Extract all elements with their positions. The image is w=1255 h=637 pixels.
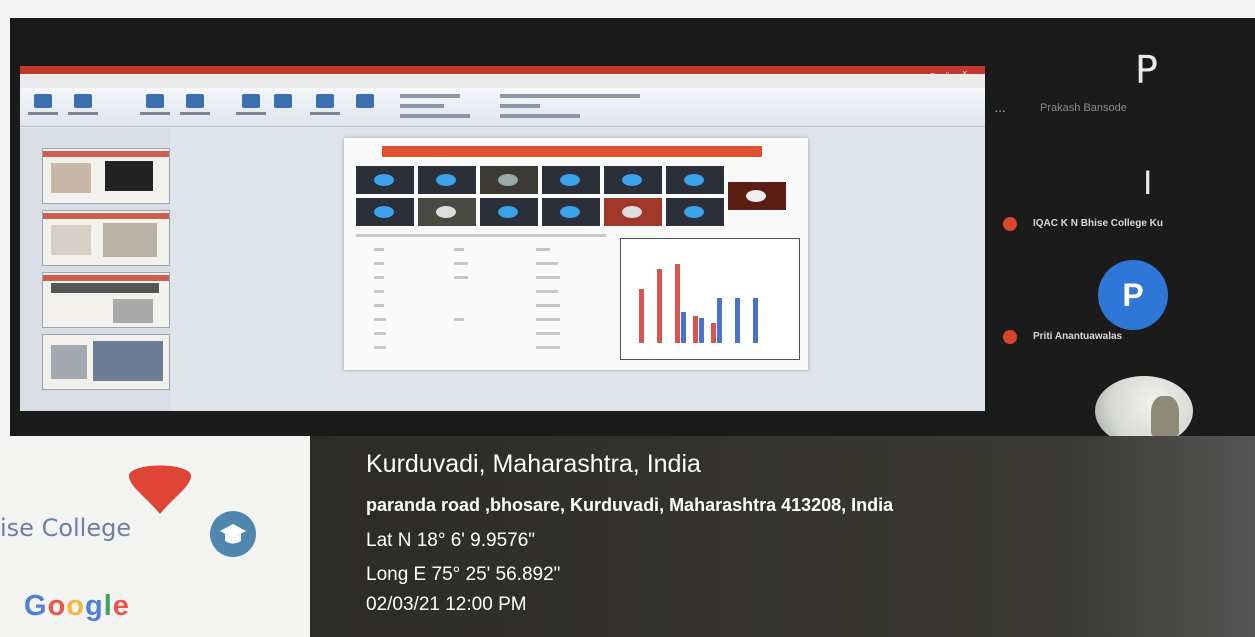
ribbon-option[interactable] (500, 114, 580, 118)
slide-thumbnail-pane[interactable] (20, 128, 170, 411)
ribbon-label (310, 112, 340, 115)
google-logo: Google (24, 590, 130, 622)
photo-image (604, 198, 662, 226)
photo-image (542, 198, 600, 226)
ribbon-tabs[interactable] (20, 74, 985, 88)
chart-bar (753, 298, 758, 343)
photo-image (356, 166, 414, 194)
ribbon-button-icon[interactable] (74, 94, 92, 108)
ribbon-option[interactable] (400, 104, 444, 108)
slide-title-bar (382, 146, 762, 157)
chart-bar (717, 298, 722, 343)
shared-screen: – ▫ × (20, 66, 985, 411)
ribbon-button-icon[interactable] (316, 94, 334, 108)
geotag-caption: Kurduvadi, Maharashtra, India paranda ro… (310, 436, 1255, 637)
address-text: paranda road ,bhosare, Kurduvadi, Mahara… (366, 495, 894, 515)
ribbon-label (236, 112, 266, 115)
participant-name: Prakash Bansode (1040, 102, 1127, 114)
more-options-icon[interactable]: ... (995, 104, 1006, 115)
chart-bar (699, 317, 704, 343)
chart-bar (711, 323, 716, 343)
chart-bar (735, 298, 740, 343)
chart-bar (681, 311, 686, 343)
title-bar: – ▫ × (20, 66, 985, 78)
longitude-text: Long E 75° 25' 56.892" (366, 564, 561, 585)
place-label: ise College (0, 514, 132, 542)
current-slide[interactable] (344, 138, 808, 370)
photo-image (666, 166, 724, 194)
participant-name: Priti Anantuawalas (1033, 331, 1123, 342)
photo-image (542, 166, 600, 194)
ribbon-label (140, 112, 170, 115)
chart-bar (639, 289, 644, 343)
muted-mic-icon (1003, 330, 1017, 344)
photo-image (666, 198, 724, 226)
school-icon (210, 511, 256, 557)
ribbon-option[interactable] (500, 94, 640, 98)
slide-thumbnail[interactable] (42, 148, 170, 204)
photo-image (728, 182, 786, 210)
chart-bar (693, 316, 698, 343)
participant-initial: I (1143, 164, 1153, 202)
ribbon-label (68, 112, 98, 115)
slide-thumbnail[interactable] (42, 210, 170, 266)
bar-chart (620, 238, 800, 360)
ribbon-button-icon[interactable] (242, 94, 260, 108)
map-pin-icon (129, 465, 191, 514)
muted-mic-icon (1003, 217, 1017, 231)
ribbon-button-icon[interactable] (146, 94, 164, 108)
photo-image (480, 198, 538, 226)
ribbon-option[interactable] (400, 94, 460, 98)
photo-image (480, 166, 538, 194)
photo-image (418, 198, 476, 226)
map-thumbnail: ise College Google (0, 436, 310, 637)
datetime-text: 02/03/21 12:00 PM (366, 594, 527, 615)
ribbon-button-icon[interactable] (34, 94, 52, 108)
participant-initial: P (1122, 276, 1144, 313)
chart-bar (675, 263, 680, 343)
avatar: P (1098, 260, 1168, 330)
participant-initial: P (1135, 48, 1158, 92)
ribbon-button-icon[interactable] (274, 94, 292, 108)
city-text: Kurduvadi, Maharashtra, India (366, 450, 701, 478)
photo-image (604, 166, 662, 194)
ribbon-option[interactable] (400, 114, 470, 118)
ribbon-button-icon[interactable] (356, 94, 374, 108)
slide-thumbnail[interactable] (42, 272, 170, 328)
photo-image (356, 198, 414, 226)
chart-bar (657, 269, 662, 343)
participants-panel: P ... Prakash Bansode I IQAC K N Bhise C… (985, 18, 1255, 488)
ribbon-option[interactable] (500, 104, 540, 108)
ribbon-button-icon[interactable] (186, 94, 204, 108)
participant-name: IQAC K N Bhise College Ku (1033, 218, 1164, 229)
latitude-text: Lat N 18° 6' 9.9576" (366, 530, 536, 551)
ribbon-label (28, 112, 58, 115)
ribbon-toolbar[interactable] (20, 88, 985, 127)
slide-editor[interactable] (170, 128, 985, 411)
ribbon-label (180, 112, 210, 115)
slide-thumbnail[interactable] (42, 334, 170, 390)
photo-image (418, 166, 476, 194)
